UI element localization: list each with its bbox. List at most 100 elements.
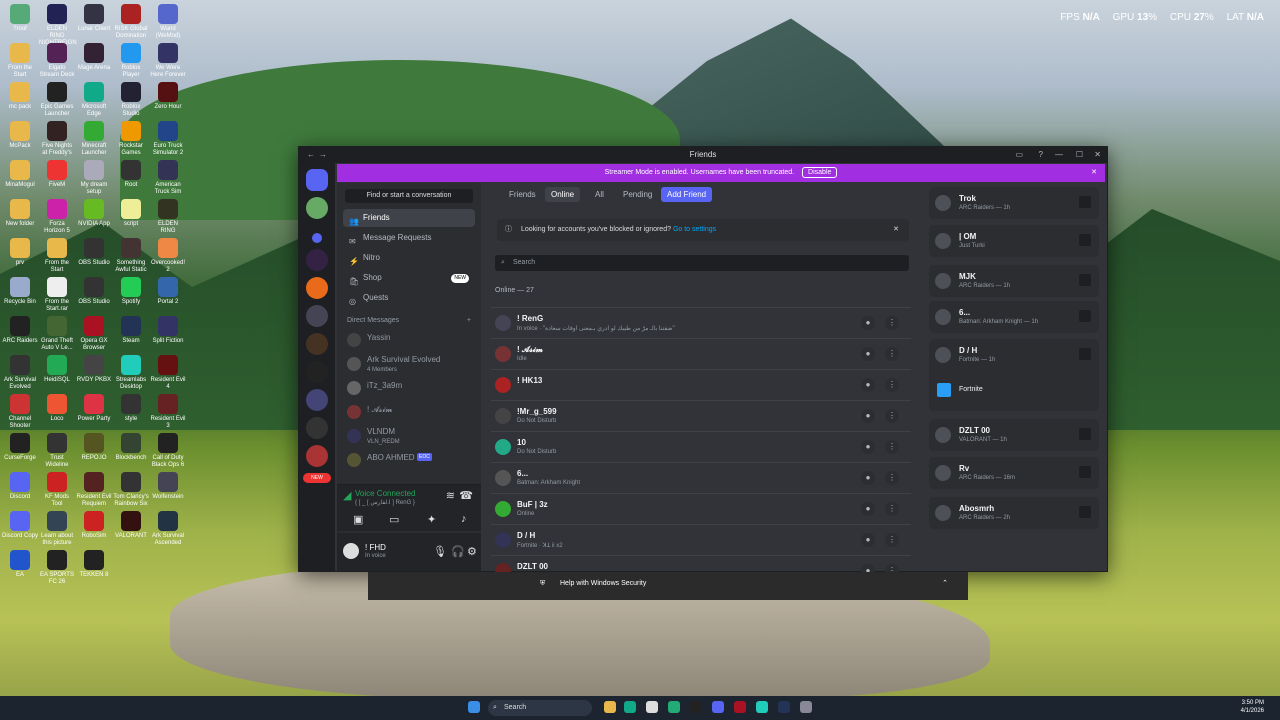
message-icon[interactable]: ●: [861, 471, 875, 485]
more-options-icon[interactable]: ⋮: [885, 316, 899, 330]
message-icon[interactable]: ●: [861, 347, 875, 361]
find-conversation-button[interactable]: Find or start a conversation: [345, 189, 473, 203]
windows-security-notification[interactable]: ⛨ Help with Windows Security ⌃: [368, 572, 968, 600]
message-icon[interactable]: ●: [861, 378, 875, 392]
desktop-shortcut[interactable]: Mage Arena: [76, 43, 112, 72]
noise-suppression-icon[interactable]: ≋: [446, 489, 455, 502]
desktop-shortcut[interactable]: Power Party: [76, 394, 112, 423]
desktop-shortcut[interactable]: Spotify: [113, 277, 149, 306]
desktop-shortcut[interactable]: RoboSim: [76, 511, 112, 540]
active-now-card[interactable]: Rv ARC Raiders — 16m: [929, 457, 1099, 489]
desktop-shortcut[interactable]: Elgato Stream Deck: [39, 43, 75, 79]
desktop-shortcut[interactable]: New folder: [2, 199, 38, 228]
friend-row[interactable]: D / H Fortnite · ꓘꓕ ii x2 ● ⋮: [491, 524, 911, 555]
desktop-shortcut[interactable]: From the Start: [39, 238, 75, 274]
desktop-shortcut[interactable]: EA SPORTS FC 26: [39, 550, 75, 586]
tab-online[interactable]: Online: [545, 187, 581, 202]
desktop-shortcut[interactable]: ARC Raiders: [2, 316, 38, 345]
desktop-shortcut[interactable]: CurseForge: [2, 433, 38, 462]
desktop-shortcut[interactable]: style: [113, 394, 149, 423]
desktop-shortcut[interactable]: prv: [2, 238, 38, 267]
settings-icon[interactable]: [800, 701, 812, 713]
desktop-shortcut[interactable]: FiveM: [39, 160, 75, 189]
message-icon[interactable]: ●: [861, 533, 875, 547]
desktop-shortcut[interactable]: script: [113, 199, 149, 228]
file-explorer-icon[interactable]: [604, 701, 616, 713]
desktop-shortcut[interactable]: Resident Evil 3: [150, 394, 186, 430]
friends-search-input[interactable]: ⌕ Search: [495, 255, 909, 271]
desktop-shortcut[interactable]: Ark Survival Evolved: [2, 355, 38, 391]
dm-item[interactable]: Yassin: [343, 328, 475, 352]
new-server-badge[interactable]: NEW: [303, 473, 331, 483]
dm-item[interactable]: ! 𝓐𝓼𝓲𝓶: [343, 400, 475, 424]
tab-add-friend[interactable]: Add Friend: [661, 187, 713, 202]
server-icon[interactable]: [306, 417, 328, 439]
close-banner-icon[interactable]: ✕: [1091, 164, 1097, 182]
streamlabs-icon[interactable]: [756, 701, 768, 713]
tab-pending[interactable]: Pending: [617, 187, 658, 202]
desktop-shortcut[interactable]: Discord: [2, 472, 38, 501]
more-options-icon[interactable]: ⋮: [885, 378, 899, 392]
more-options-icon[interactable]: ⋮: [885, 533, 899, 547]
activities-icon[interactable]: ✦: [427, 513, 436, 526]
friend-row[interactable]: 10 Do Not Disturb ● ⋮: [491, 431, 911, 462]
active-now-card[interactable]: Abosmrh ARC Raiders — 2h: [929, 497, 1099, 529]
desktop-shortcut[interactable]: From the Start.rar: [39, 277, 75, 313]
desktop-shortcut[interactable]: Rockstar Games: [113, 121, 149, 157]
server-icon[interactable]: [306, 197, 328, 219]
desktop-shortcut[interactable]: Split Fiction: [150, 316, 186, 345]
friend-row[interactable]: ! RenG In voice · "ضفتنا بالـ مرّ من طيبك…: [491, 307, 911, 338]
desktop-shortcut[interactable]: mc pack: [2, 82, 38, 111]
desktop-shortcut[interactable]: Steam: [113, 316, 149, 345]
active-now-card[interactable]: MJK ARC Raiders — 1h: [929, 265, 1099, 297]
desktop-shortcut[interactable]: Zero Hour: [150, 82, 186, 111]
desktop-shortcut[interactable]: KF Mods Tool: [39, 472, 75, 508]
video-icon[interactable]: ▣: [353, 513, 363, 526]
more-options-icon[interactable]: ⋮: [885, 409, 899, 423]
desktop-shortcut[interactable]: Resident Evil Requiem: [76, 472, 112, 508]
message-icon[interactable]: ●: [861, 502, 875, 516]
chevron-up-icon[interactable]: ⌃: [942, 572, 948, 596]
desktop-shortcut[interactable]: Learn about this picture: [39, 511, 75, 547]
start-icon[interactable]: [468, 701, 480, 713]
edge-icon[interactable]: [624, 701, 636, 713]
settings-link[interactable]: Go to settings: [673, 226, 716, 233]
discord-taskbar-icon[interactable]: [712, 701, 724, 713]
message-icon[interactable]: ●: [861, 440, 875, 454]
voice-connected-label[interactable]: Voice Connected: [355, 489, 416, 498]
tab-all[interactable]: All: [589, 187, 610, 202]
message-icon[interactable]: ●: [861, 316, 875, 330]
dm-item[interactable]: ABO AHMED EOC: [343, 448, 475, 472]
opera-icon[interactable]: [734, 701, 746, 713]
desktop-shortcut[interactable]: Blockbench: [113, 433, 149, 462]
desktop-shortcut[interactable]: Discord Copy: [2, 511, 38, 540]
friend-row[interactable]: BuF | 3z Online ● ⋮: [491, 493, 911, 524]
screen-share-icon[interactable]: ▭: [389, 513, 399, 526]
desktop-shortcut[interactable]: Microsoft Edge: [76, 82, 112, 118]
desktop-shortcut[interactable]: Streamlabs Desktop: [113, 355, 149, 391]
friend-row[interactable]: 6... Batman: Arkham Knight ● ⋮: [491, 462, 911, 493]
desktop-shortcut[interactable]: Call of Duty Black Ops 6: [150, 433, 186, 469]
desktop-shortcut[interactable]: REPO.IO: [76, 433, 112, 462]
soundboard-icon[interactable]: ♪: [461, 513, 467, 525]
desktop-shortcut[interactable]: OBS Studio: [76, 238, 112, 267]
steam-icon[interactable]: [778, 701, 790, 713]
friend-row[interactable]: !Mr_g_599 Do Not Disturb ● ⋮: [491, 400, 911, 431]
desktop-shortcut[interactable]: Minecraft Launcher: [76, 121, 112, 157]
nav-item-shop[interactable]: 🛍 Shop NEW: [343, 269, 475, 287]
microphone-icon[interactable]: 🎙: [433, 545, 447, 558]
active-now-card[interactable]: DZLT 00 VALORANT — 1h: [929, 419, 1099, 451]
desktop-shortcut[interactable]: Portal 2: [150, 277, 186, 306]
desktop-shortcut[interactable]: Roblox Studio: [113, 82, 149, 118]
dm-item[interactable]: VLNDM VLN_REDM: [343, 424, 475, 448]
desktop-shortcut[interactable]: Trust Wideline: [39, 433, 75, 469]
security-text[interactable]: Help with Windows Security: [560, 572, 646, 596]
active-now-card[interactable]: D / H Fortnite — 1h Fortnite: [929, 339, 1099, 411]
friend-row[interactable]: ! HK13 ● ⋮: [491, 369, 911, 400]
nav-item-friends[interactable]: 👥 Friends: [343, 209, 475, 227]
folder-icon[interactable]: [312, 233, 322, 243]
more-options-icon[interactable]: ⋮: [885, 471, 899, 485]
server-icon[interactable]: [306, 333, 328, 355]
signal-icon[interactable]: ◢: [343, 489, 351, 502]
active-now-card[interactable]: 6... Batman: Arkham Knight — 1h: [929, 301, 1099, 333]
